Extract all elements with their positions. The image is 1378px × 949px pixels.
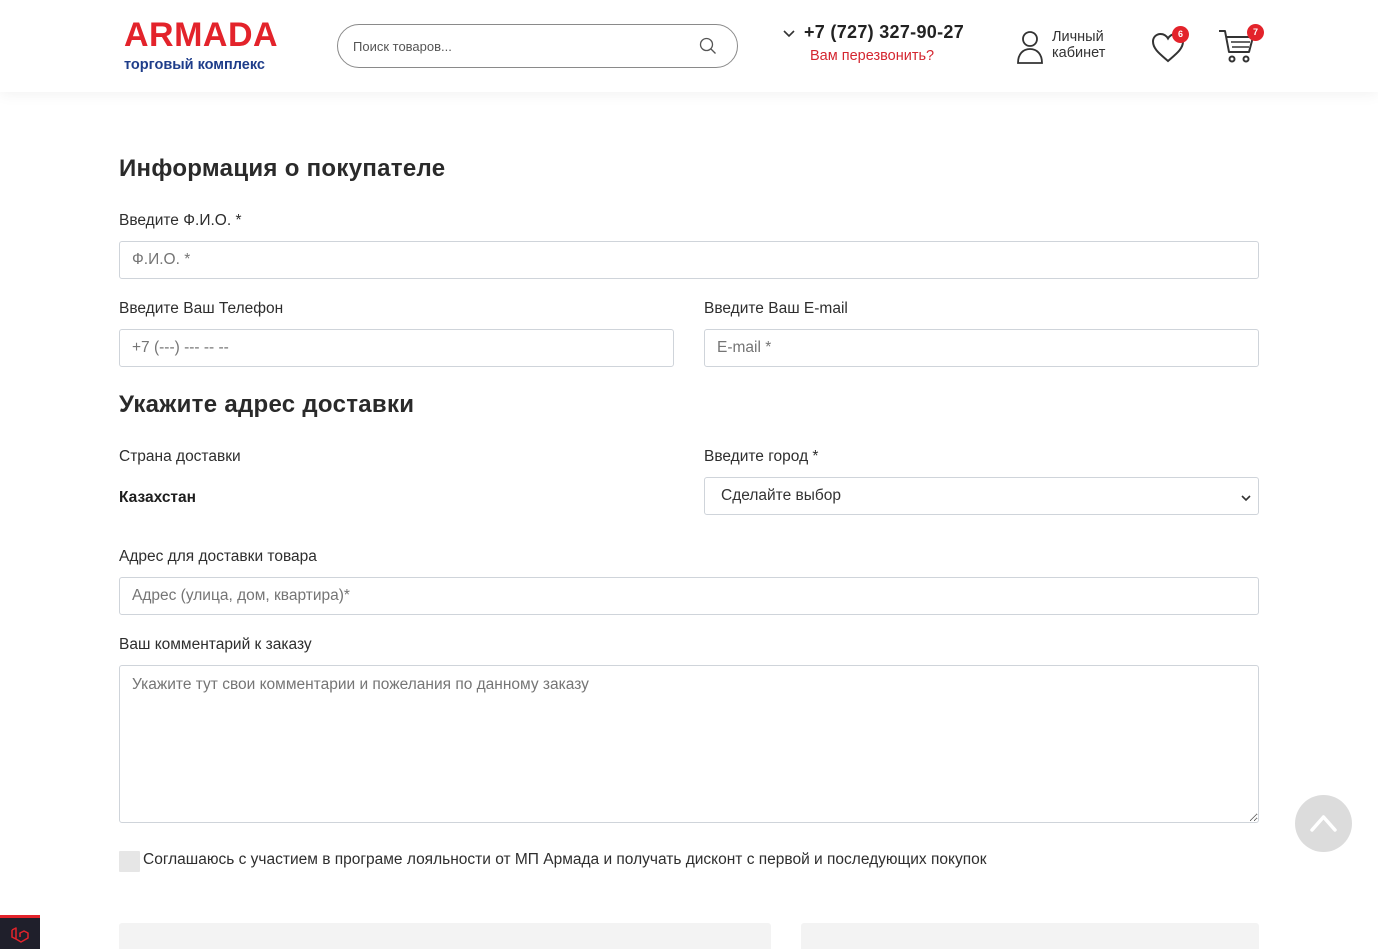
address-input[interactable]	[119, 577, 1259, 615]
search-bar	[337, 24, 738, 68]
city-select-value: Сделайте выбор	[721, 487, 842, 504]
callback-link[interactable]: Вам перезвонить?	[810, 48, 934, 64]
phone-label: Введите Ваш Телефон	[119, 300, 284, 317]
search-icon[interactable]	[699, 37, 717, 60]
loyalty-checkbox[interactable]	[119, 851, 140, 872]
account-label: Личный кабинет	[1052, 29, 1106, 61]
site-header: ARMADA торговый комплекс +7 (727) 327-90…	[0, 0, 1378, 92]
scroll-to-top-button[interactable]	[1295, 795, 1352, 852]
comment-textarea[interactable]	[119, 665, 1259, 823]
cart-count-badge: 7	[1247, 24, 1264, 41]
chevron-down-icon[interactable]	[782, 26, 796, 44]
email-input[interactable]	[704, 329, 1259, 367]
logo-subtitle: торговый комплекс	[124, 57, 265, 73]
favorites-button[interactable]: 6	[1150, 26, 1190, 64]
order-summary-panel	[119, 923, 771, 949]
city-select[interactable]: Сделайте выбор	[704, 477, 1259, 515]
search-input[interactable]	[353, 35, 683, 57]
buyer-info-title: Информация о покупателе	[119, 155, 446, 182]
address-label: Адрес для доставки товара	[119, 548, 317, 565]
email-label: Введите Ваш E-mail	[704, 300, 848, 317]
country-label: Страна доставки	[119, 448, 241, 465]
phone-number[interactable]: +7 (727) 327-90-27	[804, 22, 964, 43]
loyalty-label[interactable]: Соглашаюсь с участием в програме лояльно…	[143, 851, 987, 869]
chevron-down-icon	[1240, 490, 1252, 508]
delivery-title: Укажите адрес доставки	[119, 391, 415, 418]
country-value: Казахстан	[119, 489, 197, 506]
chevron-up-icon	[1310, 815, 1337, 832]
name-input[interactable]	[119, 241, 1259, 279]
comment-label: Ваш комментарий к заказу	[119, 636, 312, 653]
phone-block: +7 (727) 327-90-27 Вам перезвонить?	[780, 22, 990, 68]
debug-toolbar-badge[interactable]	[0, 915, 40, 949]
account-link[interactable]: Личный кабинет	[1016, 28, 1126, 64]
laravel-icon	[11, 927, 29, 943]
city-label: Введите город *	[704, 448, 819, 465]
name-label: Введите Ф.И.О. *	[119, 212, 242, 229]
user-icon	[1016, 30, 1044, 69]
order-total-panel	[801, 923, 1259, 949]
armada-logo[interactable]: ARMADA торговый комплекс	[124, 18, 288, 74]
cart-button[interactable]: 7	[1217, 24, 1264, 64]
favorites-count-badge: 6	[1172, 26, 1189, 43]
phone-input[interactable]	[119, 329, 674, 367]
logo-word: ARMADA	[124, 16, 279, 54]
